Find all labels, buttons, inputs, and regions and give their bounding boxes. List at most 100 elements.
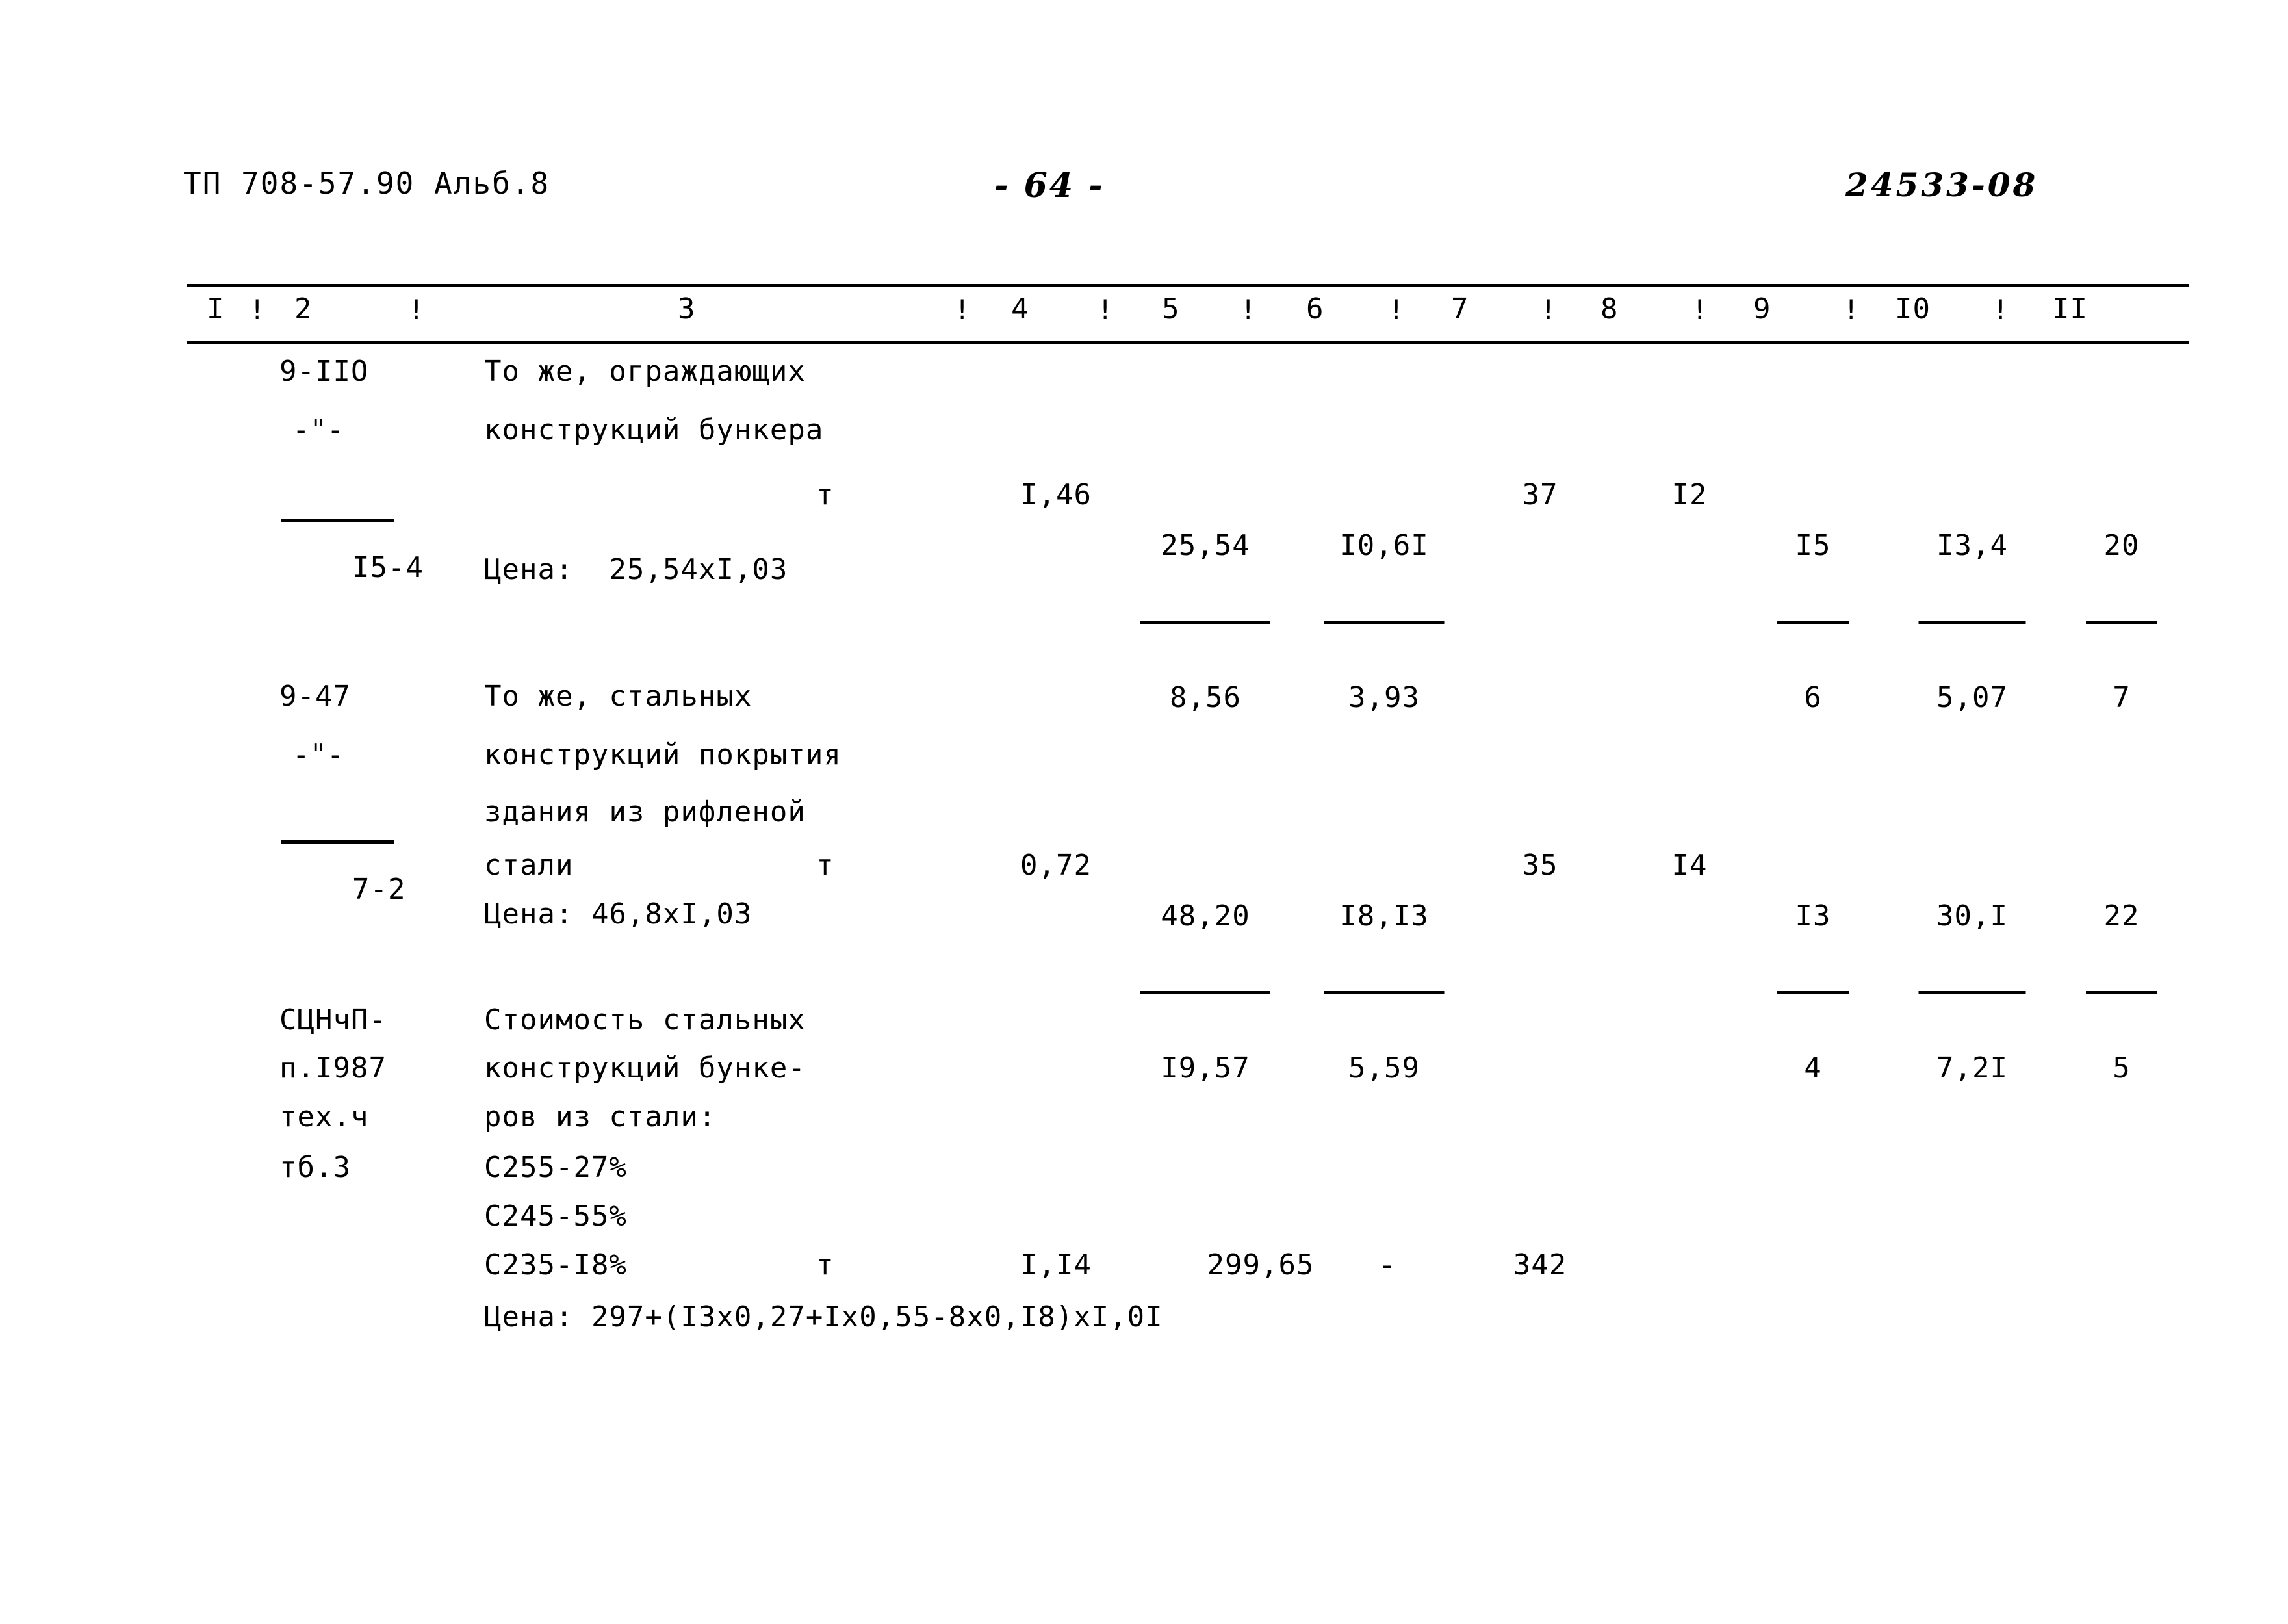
row1-code-line-2: -"- — [292, 413, 344, 446]
row1-price-note: Цена: 25,54xI,03 — [484, 553, 788, 586]
row2-col8: I4 — [1671, 849, 1708, 882]
row1-unit: т — [816, 478, 834, 511]
row2-col9-denominator: 4 — [1804, 1051, 1822, 1085]
row2-code-line-3-overlined: 7-2 — [281, 783, 405, 933]
column-separator: ! — [408, 294, 426, 326]
fraction-bar — [1777, 621, 1849, 624]
column-header-11: II — [2052, 292, 2088, 326]
row1-col10-fraction: I3,4 5,07 — [1918, 474, 2026, 769]
row1-col9-numerator: I5 — [1795, 529, 1831, 562]
row3-col5: 299,65 — [1207, 1248, 1315, 1282]
table-rule-bottom — [187, 341, 2189, 344]
overline-bar — [281, 840, 394, 844]
fraction-bar — [1777, 991, 1849, 994]
row1-col6-fraction: I0,6I 3,93 — [1324, 474, 1445, 769]
row3-col4: I,I4 — [1020, 1248, 1092, 1282]
fraction-bar — [1324, 621, 1445, 624]
row2-col5-fraction: 48,20 I9,57 — [1140, 845, 1270, 1140]
table-rule-top — [187, 284, 2189, 287]
column-header-1: I — [207, 292, 225, 326]
fraction-bar — [2086, 991, 2157, 994]
row2-col5-denominator: I9,57 — [1161, 1051, 1250, 1085]
row2-col7: 35 — [1522, 849, 1558, 882]
row1-col11-fraction: 20 7 — [2086, 474, 2157, 769]
row1-col5-fraction: 25,54 8,56 — [1140, 474, 1270, 769]
row2-description-line-2: конструкций покрытия — [484, 738, 842, 771]
column-separator: ! — [1540, 294, 1558, 326]
row2-col11-denominator: 5 — [2113, 1051, 2131, 1085]
row1-col5-denominator: 8,56 — [1170, 681, 1241, 714]
row3-code-line-1: СЦНчП- — [279, 1003, 387, 1037]
column-separator: ! — [1843, 294, 1860, 326]
fraction-bar — [2086, 621, 2157, 624]
row2-col6-denominator: 5,59 — [1348, 1051, 1420, 1085]
column-separator: ! — [249, 294, 266, 326]
row1-col8: I2 — [1671, 478, 1708, 511]
row1-col11-denominator: 7 — [2113, 681, 2131, 714]
row2-code-line-1: 9-47 — [279, 680, 351, 713]
column-separator: ! — [954, 294, 971, 326]
column-header-5: 5 — [1162, 292, 1180, 326]
fraction-bar — [1140, 991, 1270, 994]
document-page: ТП 708-57.90 Альб.8 - 64 - 24533-08 I ! … — [0, 0, 2288, 1624]
column-header-3: 3 — [678, 292, 696, 326]
document-code: ТП 708-57.90 Альб.8 — [183, 166, 550, 201]
row2-col6-fraction: I8,I3 5,59 — [1324, 845, 1445, 1140]
row2-col4: 0,72 — [1020, 849, 1092, 882]
row2-col6-numerator: I8,I3 — [1339, 899, 1429, 933]
row2-description-line-3: здания из рифленой — [484, 795, 806, 829]
row3-unit: т — [816, 1248, 834, 1282]
row3-steel-grade-1: С255-27% — [484, 1151, 627, 1184]
row2-col10-denominator: 7,2I — [1936, 1051, 2008, 1085]
row3-col7: 342 — [1513, 1248, 1567, 1282]
column-header-6: 6 — [1306, 292, 1324, 326]
row1-col7: 37 — [1522, 478, 1558, 511]
overline-bar — [281, 519, 394, 522]
row2-description-line-1: То же, стальных — [484, 680, 752, 713]
row3-code-line-4: тб.3 — [279, 1151, 351, 1184]
row2-col9-numerator: I3 — [1795, 899, 1831, 933]
row2-col11-fraction: 22 5 — [2086, 845, 2157, 1140]
column-header-2: 2 — [294, 292, 313, 326]
column-separator: ! — [1240, 294, 1257, 326]
column-separator: ! — [1992, 294, 2010, 326]
row1-col6-denominator: 3,93 — [1348, 681, 1420, 714]
row1-col10-numerator: I3,4 — [1936, 529, 2008, 562]
row2-col10-numerator: 30,I — [1936, 899, 2008, 933]
fraction-bar — [1324, 991, 1445, 994]
row2-col9-fraction: I3 4 — [1777, 845, 1849, 1140]
row3-code-line-2: п.I987 — [279, 1051, 387, 1085]
column-header-9: 9 — [1753, 292, 1771, 326]
row1-col9-fraction: I5 6 — [1777, 474, 1849, 769]
row1-col10-denominator: 5,07 — [1936, 681, 2008, 714]
row2-col11-numerator: 22 — [2103, 899, 2140, 933]
column-separator: ! — [1691, 294, 1709, 326]
row3-code-line-3: тех.ч — [279, 1100, 369, 1133]
fraction-bar — [1140, 621, 1270, 624]
row3-description-line-2: конструкций бунке- — [484, 1051, 806, 1085]
row2-unit: т — [816, 849, 834, 882]
column-separator: ! — [1388, 294, 1406, 326]
fraction-bar — [1918, 991, 2026, 994]
column-header-4: 4 — [1011, 292, 1029, 326]
column-header-10: I0 — [1895, 292, 1931, 326]
row1-col4: I,46 — [1020, 478, 1092, 511]
column-separator: ! — [1097, 294, 1114, 326]
row1-code-line-3-overlined: I5-4 — [281, 461, 423, 611]
row2-col5-numerator: 48,20 — [1161, 899, 1250, 933]
row2-code-line-3: 7-2 — [352, 873, 406, 906]
row1-col9-denominator: 6 — [1804, 681, 1822, 714]
row3-steel-grade-3: С235-I8% — [484, 1248, 627, 1282]
row1-col5-numerator: 25,54 — [1161, 529, 1250, 562]
row1-description-line-2: конструкций бункера — [484, 413, 824, 446]
row3-description-line-1: Стоимость стальных — [484, 1003, 806, 1037]
row3-price-note: Цена: 297+(I3x0,27+Ix0,55-8x0,I8)xI,0I — [484, 1300, 1163, 1334]
row3-description-line-3: ров из стали: — [484, 1100, 717, 1133]
row3-col6: - — [1378, 1248, 1396, 1282]
row1-col11-numerator: 20 — [2103, 529, 2140, 562]
row2-col10-fraction: 30,I 7,2I — [1918, 845, 2026, 1140]
row1-col6-numerator: I0,6I — [1339, 529, 1429, 562]
column-header-7: 7 — [1451, 292, 1469, 326]
table-column-header-row: I ! 2 ! 3 ! 4 ! 5 ! 6 ! 7 ! 8 ! 9 ! I0 !… — [187, 292, 2189, 339]
archive-stamp: 24533-08 — [1845, 166, 2038, 204]
